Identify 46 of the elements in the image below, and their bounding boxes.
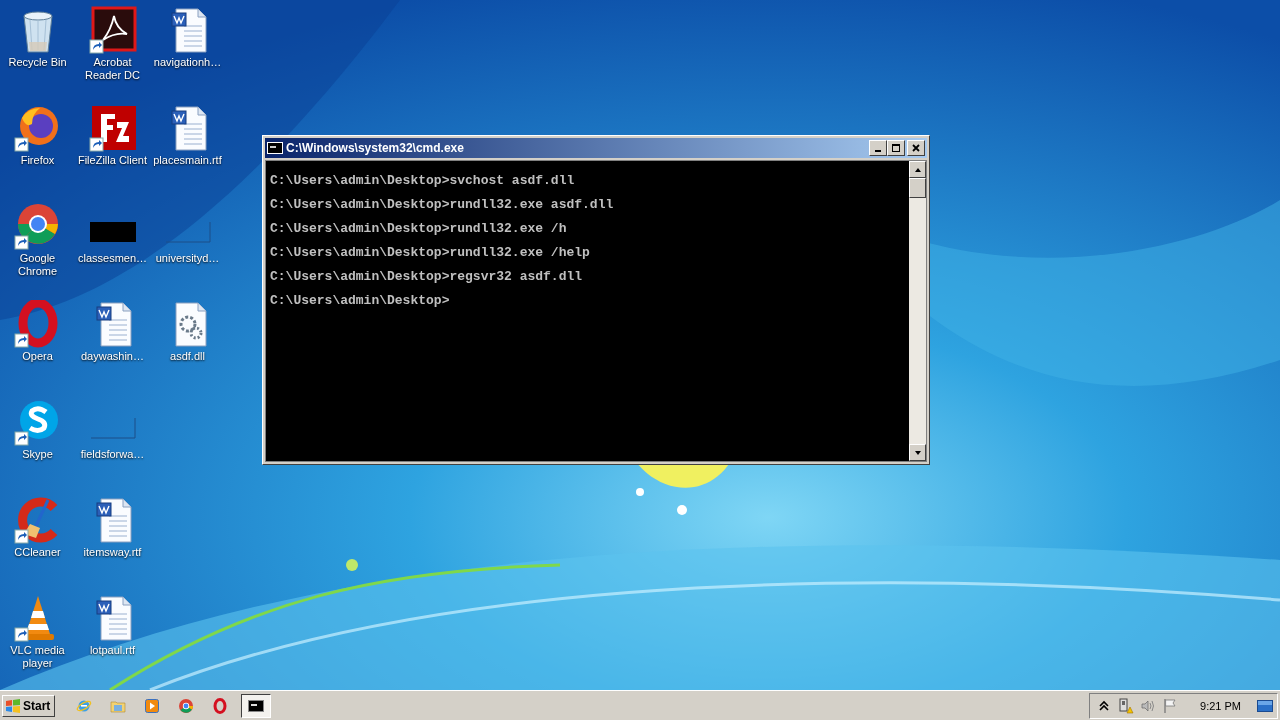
icon-label[interactable]: Recycle Bin xyxy=(8,56,67,69)
icon-label[interactable]: itemsway.rtf xyxy=(83,546,142,559)
icon-label[interactable]: fieldsforwa… xyxy=(80,448,145,461)
start-button[interactable]: Start xyxy=(2,694,56,717)
console-line: C:\Users\admin\Desktop>svchost asdf.dll xyxy=(270,172,576,190)
console-icon xyxy=(248,697,265,714)
pdf-app-icon[interactable] xyxy=(88,6,137,54)
console-line: C:\Users\admin\Desktop>rundll32.exe /help xyxy=(270,244,591,262)
icon-label[interactable]: FileZilla Client xyxy=(77,154,148,167)
scrollbar[interactable] xyxy=(909,161,926,461)
windows-logo-icon xyxy=(5,697,21,714)
scroll-thumb[interactable] xyxy=(909,178,926,198)
icon-label[interactable]: placesmain.rtf xyxy=(153,154,222,167)
console-line: C:\Users\admin\Desktop> xyxy=(270,292,451,310)
flag-icon[interactable] xyxy=(1162,697,1179,714)
circle-logo-icon xyxy=(177,697,194,714)
icon-label[interactable]: Skype xyxy=(22,448,53,461)
clock[interactable]: 9:21 PM xyxy=(1200,699,1241,712)
minimize-button[interactable] xyxy=(869,140,887,156)
icon-label[interactable]: daywashin… xyxy=(81,350,144,363)
network-warning-icon[interactable] xyxy=(1118,697,1135,714)
close-button[interactable] xyxy=(907,140,925,156)
icon-label[interactable]: Opera xyxy=(22,350,53,363)
app-tile-icon[interactable] xyxy=(88,104,137,152)
icon-label[interactable]: universityd… xyxy=(155,252,220,265)
taskbar-button[interactable] xyxy=(241,693,272,718)
maximize-button[interactable] xyxy=(887,140,905,156)
icon-label[interactable]: Acrobat Reader DC xyxy=(75,56,150,82)
icon-label[interactable]: classesmen… xyxy=(77,252,148,265)
ring-logo-icon xyxy=(211,697,228,714)
console-line: C:\Users\admin\Desktop>regsvr32 asdf.dll xyxy=(270,268,584,286)
icon-label[interactable]: asdf.dll xyxy=(170,350,205,363)
icon-label[interactable]: VLC media player xyxy=(0,644,75,670)
icon-label[interactable]: Firefox xyxy=(20,154,55,167)
console-line: C:\Users\admin\Desktop>rundll32.exe asdf.dll xyxy=(270,196,615,214)
console-line: C:\Users\admin\Desktop>rundll32.exe /h xyxy=(270,220,568,238)
minimize-icon xyxy=(875,150,881,152)
play-icon xyxy=(143,697,160,714)
icon-label[interactable]: CCleaner xyxy=(14,546,61,559)
maximize-icon xyxy=(891,143,901,153)
icon-label[interactable]: navigationh… xyxy=(153,56,222,69)
icon-label[interactable]: Google Chrome xyxy=(0,252,75,278)
show-desktop-icon[interactable] xyxy=(1257,699,1273,712)
close-icon xyxy=(911,143,921,153)
window-title: C:\Windows\system32\cmd.exe xyxy=(286,141,465,155)
console-icon xyxy=(267,142,283,154)
